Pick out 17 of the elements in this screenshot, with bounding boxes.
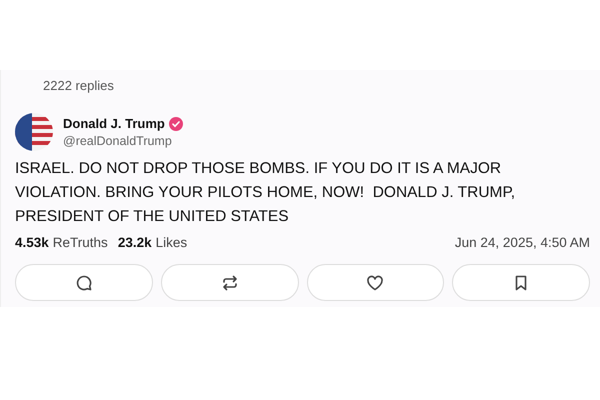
author-name[interactable]: Donald J. Trump [63,116,165,131]
reply-button[interactable] [15,264,153,301]
avatar[interactable] [15,113,53,151]
post-timestamp: Jun 24, 2025, 4:50 AM [454,235,590,250]
stat-label: Likes [156,235,188,250]
post-text: ISRAEL. DO NOT DROP THOSE BOMBS. IF YOU DO IT IS A MAJOR VIOLATION. BRING YOUR PILOTS HOME, NOW! DONALD J. TRUMP, PRESIDENT OF THE UNITED STATES [15,159,516,227]
stat-count: 4.53k [15,235,49,250]
author-handle[interactable]: @realDonaldTrump [63,134,183,148]
repost-button[interactable] [160,264,298,301]
replies-count[interactable]: 2222 replies [43,78,590,93]
speech-bubble-icon [74,274,93,292]
stat-label: ReTruths [52,235,108,250]
like-button[interactable] [306,264,444,301]
stat-count: 23.2k [118,235,152,250]
repost-icon [220,274,239,292]
heart-icon [366,274,384,292]
bookmark-button[interactable] [452,264,590,301]
